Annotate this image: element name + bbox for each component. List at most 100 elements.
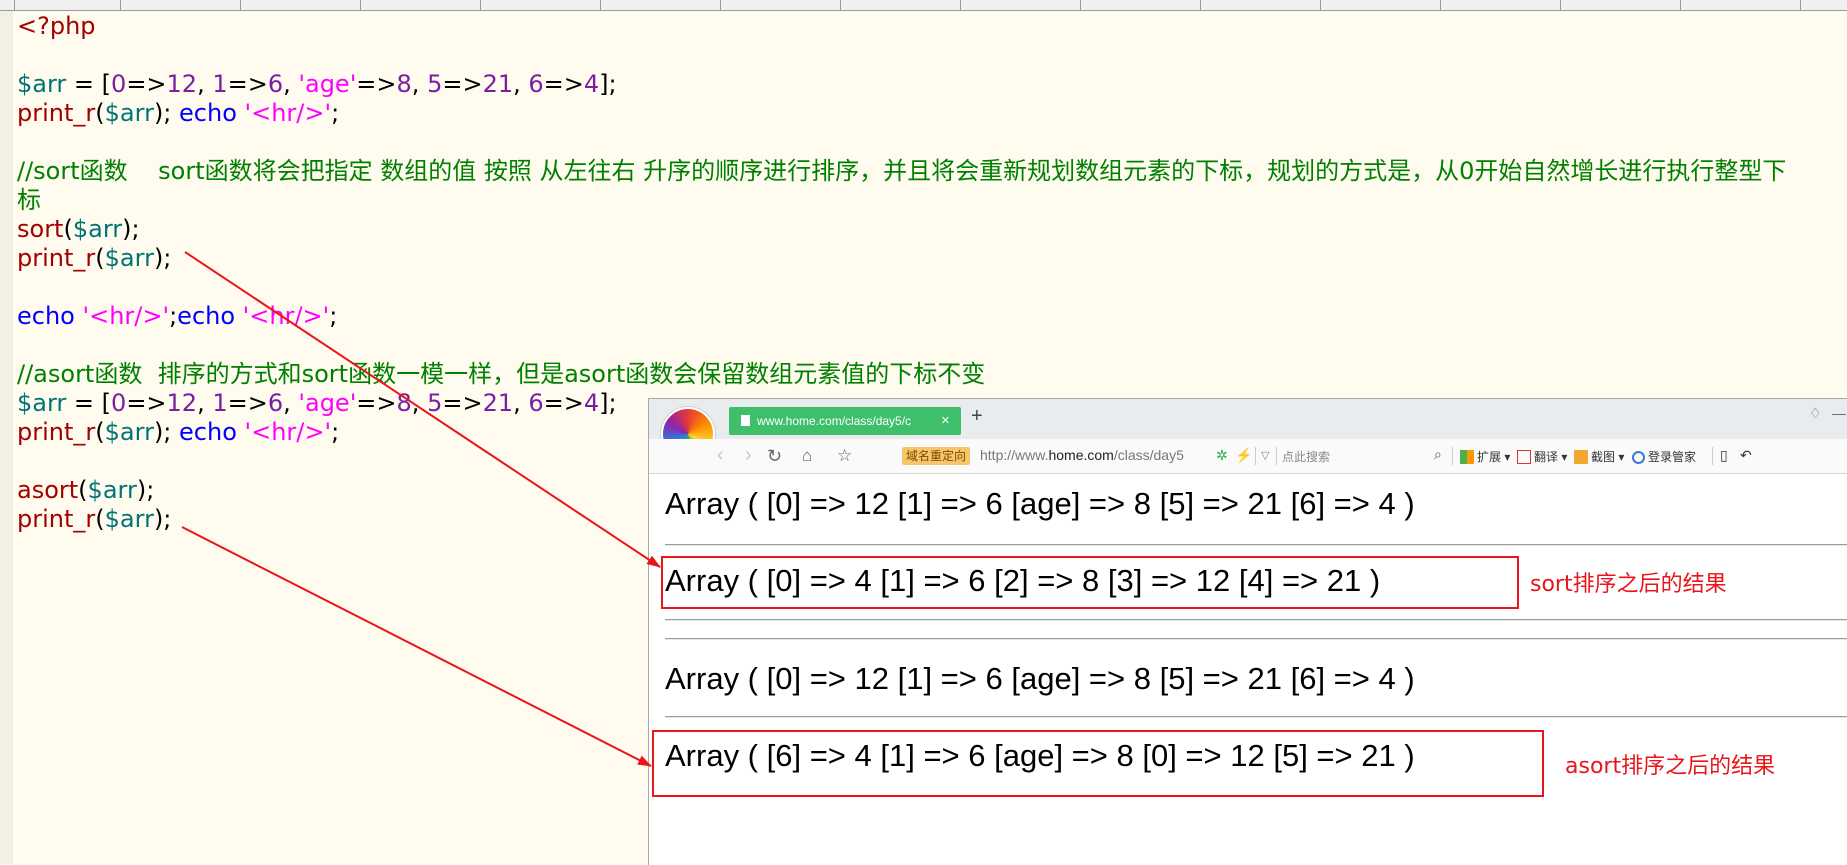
code-token: 5 bbox=[427, 389, 443, 417]
tab-close-icon[interactable]: × bbox=[941, 407, 950, 435]
star-icon[interactable]: ☆ bbox=[837, 446, 852, 466]
code-token: , bbox=[283, 70, 299, 98]
code-line[interactable]: 标 bbox=[17, 186, 1786, 215]
code-line[interactable]: $arr = [0=>12, 1=>6, 'age'=>8, 5=>21, 6=… bbox=[17, 70, 1786, 99]
tab-divider bbox=[1320, 0, 1321, 10]
code-token: 6 bbox=[528, 389, 544, 417]
code-token: => bbox=[442, 70, 483, 98]
code-line[interactable] bbox=[17, 41, 1786, 70]
code-token: 1 bbox=[212, 389, 228, 417]
chevron-down-icon[interactable]: ▽ bbox=[1261, 449, 1269, 462]
code-token: 8 bbox=[396, 389, 412, 417]
domain-redirect-badge[interactable]: 域名重定向 bbox=[902, 447, 971, 465]
code-token: 0 bbox=[111, 389, 127, 417]
search-input[interactable]: 点此搜索 bbox=[1282, 448, 1330, 465]
code-line[interactable]: echo '<hr/>';echo '<hr/>'; bbox=[17, 302, 1786, 331]
refresh-icon[interactable]: ↻ bbox=[767, 446, 782, 467]
home-icon[interactable]: ⌂ bbox=[802, 446, 812, 466]
code-token: , bbox=[411, 70, 428, 98]
code-token: 4 bbox=[583, 389, 600, 417]
code-token: $arr bbox=[17, 70, 67, 98]
code-line[interactable] bbox=[17, 331, 1786, 360]
code-token: 5 bbox=[427, 70, 443, 98]
undo-icon[interactable]: ↶ bbox=[1740, 447, 1752, 464]
key-icon bbox=[1632, 451, 1645, 464]
code-line[interactable]: //sort函数 sort函数将会把指定 数组的值 按照 从左往右 升序的顺序进… bbox=[17, 157, 1786, 186]
translate-button[interactable]: 翻译 ▾ bbox=[1517, 448, 1567, 465]
forward-icon[interactable]: › bbox=[745, 444, 752, 467]
code-token: 0 bbox=[111, 70, 127, 98]
code-token: print_r bbox=[17, 505, 96, 533]
tab-divider bbox=[1560, 0, 1561, 10]
code-token: , bbox=[197, 70, 213, 98]
tab-divider bbox=[360, 0, 361, 10]
code-token: $arr bbox=[104, 418, 154, 446]
browser-tab-active[interactable]: www.home.com/class/day5/c × bbox=[729, 407, 961, 435]
toolbar-divider bbox=[1712, 447, 1713, 465]
new-tab-button[interactable]: + bbox=[971, 405, 983, 428]
code-line[interactable]: <?php bbox=[17, 12, 1786, 41]
extensions-button[interactable]: 扩展 ▾ bbox=[1460, 448, 1510, 465]
tab-divider bbox=[14, 0, 15, 10]
tab-divider bbox=[1080, 0, 1081, 10]
screenshot-label: 截图 bbox=[1591, 450, 1616, 464]
code-token: , bbox=[283, 389, 299, 417]
editor-gutter bbox=[0, 11, 13, 864]
translate-label: 翻译 bbox=[1534, 450, 1559, 464]
code-token: ); bbox=[153, 244, 172, 272]
code-token: 'age' bbox=[298, 70, 357, 98]
code-token: ( bbox=[95, 505, 105, 533]
tab-divider bbox=[120, 0, 121, 10]
extensions-icon bbox=[1460, 450, 1474, 464]
code-token: asort bbox=[17, 476, 79, 504]
code-line[interactable]: print_r($arr); bbox=[17, 244, 1786, 273]
code-line[interactable] bbox=[17, 128, 1786, 157]
horizontal-rule bbox=[665, 716, 1847, 718]
code-token: => bbox=[227, 70, 268, 98]
address-input[interactable]: http://www.home.com/class/day5 bbox=[980, 447, 1184, 463]
phone-icon[interactable]: ▯ bbox=[1720, 447, 1728, 464]
code-token: '<hr/>' bbox=[244, 99, 332, 127]
code-token: echo bbox=[179, 99, 237, 127]
toolbar-divider bbox=[1255, 447, 1256, 465]
screenshot-button[interactable]: 截图 ▾ bbox=[1574, 448, 1624, 465]
skin-icon[interactable]: ♢ bbox=[1809, 405, 1822, 422]
login-manager-button[interactable]: 登录管家 bbox=[1632, 448, 1696, 465]
back-icon[interactable]: ‹ bbox=[717, 444, 724, 467]
code-line[interactable]: print_r($arr); echo '<hr/>'; bbox=[17, 99, 1786, 128]
code-token: 6 bbox=[267, 70, 284, 98]
code-line[interactable]: //asort函数 排序的方式和sort函数一模一样，但是asort函数会保留数… bbox=[17, 360, 1786, 389]
code-token: => bbox=[543, 389, 584, 417]
browser-toolbar: ‹ › ↻ ⌂ ☆ 域名重定向 http://www.home.com/clas… bbox=[649, 439, 1847, 474]
translate-icon bbox=[1517, 450, 1531, 464]
code-token: echo bbox=[17, 302, 75, 330]
url-host: home.com bbox=[1048, 447, 1114, 463]
code-token: $arr bbox=[72, 215, 123, 243]
security-icon[interactable]: ✲ bbox=[1216, 447, 1228, 464]
horizontal-rule bbox=[665, 638, 1847, 640]
tab-divider bbox=[840, 0, 841, 10]
search-icon[interactable]: ⌕ bbox=[1434, 446, 1442, 463]
code-token: $arr bbox=[104, 505, 154, 533]
code-token: ); bbox=[153, 505, 172, 533]
code-token: 'age' bbox=[298, 389, 357, 417]
minimize-icon[interactable]: — bbox=[1832, 405, 1846, 421]
code-line[interactable]: sort($arr); bbox=[17, 215, 1786, 244]
code-token: ; bbox=[169, 302, 178, 330]
code-token: ; bbox=[331, 99, 340, 127]
sort-result-highlight-box bbox=[661, 556, 1519, 609]
code-token: ; bbox=[331, 418, 340, 446]
scissors-icon bbox=[1574, 450, 1588, 464]
code-line[interactable] bbox=[17, 273, 1786, 302]
speed-icon[interactable]: ⚡ bbox=[1235, 447, 1252, 464]
code-token: 8 bbox=[396, 70, 412, 98]
code-token: ( bbox=[78, 476, 88, 504]
horizontal-rule bbox=[665, 619, 1847, 621]
asort-result-highlight-box bbox=[652, 730, 1544, 797]
code-token: => bbox=[356, 389, 397, 417]
code-token: $arr bbox=[104, 99, 154, 127]
